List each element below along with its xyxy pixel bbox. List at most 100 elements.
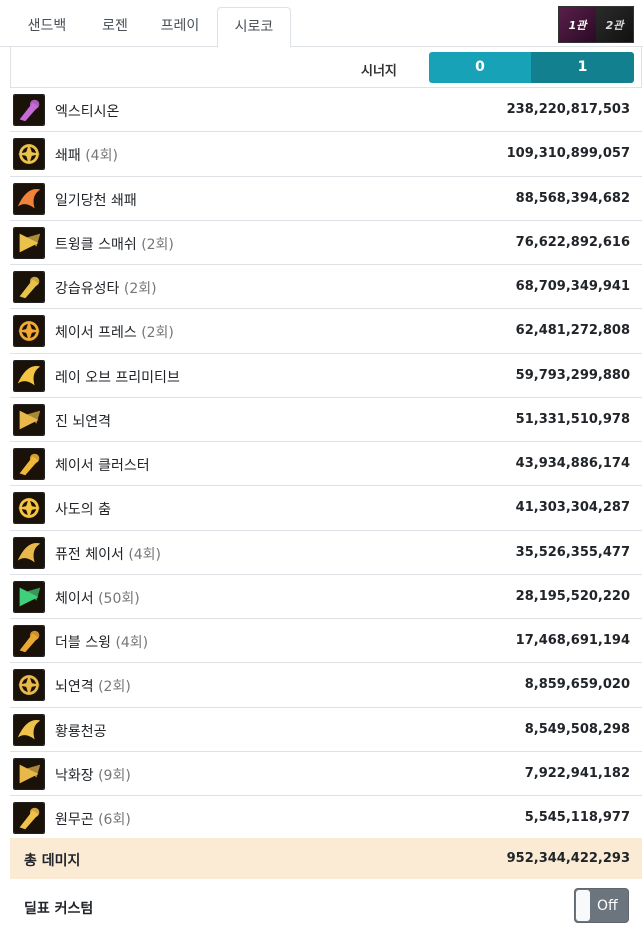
skill-name-text: 사도의 춤 <box>55 502 111 519</box>
total-damage-label: 총 데미지 <box>24 853 81 869</box>
skill-row: 체이서 클러스터 43,934,886,174 <box>10 442 642 487</box>
spin-staff-icon <box>13 802 45 834</box>
skill-row: 진 뇌연격 51,331,510,978 <box>10 398 642 442</box>
skill-row: 사도의 춤 41,303,304,287 <box>10 486 642 531</box>
tab-siroco[interactable]: 시로코 <box>217 7 291 48</box>
phase-toggle: 1관 2관 <box>558 6 634 43</box>
total-damage-value: 952,344,422,293 <box>506 851 630 866</box>
skill-name-text: 쇄패 <box>55 148 81 165</box>
skill-name-text: 체이서 <box>55 590 94 607</box>
skill-row: 트윙클 스매쉬 (2회) 76,622,892,616 <box>10 221 642 265</box>
skill-damage-value: 8,549,508,298 <box>524 721 630 737</box>
slash-dance-icon <box>13 492 45 525</box>
skill-name: 체이서 (50회) <box>55 588 140 608</box>
skill-damage-value: 17,468,691,194 <box>515 633 630 648</box>
skill-name-text: 뇌연격 <box>55 679 94 696</box>
skill-row: 뇌연격 (2회) 8,859,659,020 <box>10 663 642 708</box>
custom-table-switch[interactable]: Off <box>574 888 629 923</box>
skill-damage-value: 59,793,299,880 <box>515 367 630 383</box>
skill-name-text: 트윙클 스매쉬 <box>55 236 137 253</box>
skill-hit-count: (4회) <box>128 546 162 563</box>
synergy-bar: 시너지 0 1 <box>10 47 642 88</box>
skill-name-text: 일기당천 쇄패 <box>55 192 137 209</box>
cluster-icon <box>13 448 45 480</box>
club-icon <box>13 138 45 171</box>
skill-name-text: 퓨전 체이서 <box>55 546 124 563</box>
synergy-option-0[interactable]: 0 <box>429 52 531 83</box>
skill-damage-value: 28,195,520,220 <box>515 588 630 604</box>
switch-state-text: Off <box>597 898 618 914</box>
skill-row: 일기당천 쇄패 88,568,394,682 <box>10 177 642 221</box>
skill-damage-value: 62,481,272,808 <box>515 323 630 339</box>
skill-row: 엑스티시온 238,220,817,503 <box>10 88 642 133</box>
switch-knob[interactable] <box>576 890 590 921</box>
spiral-burst-icon <box>13 94 45 126</box>
skill-name: 일기당천 쇄패 <box>55 190 137 210</box>
skill-name: 진 뇌연격 <box>55 411 111 431</box>
skill-row: 강습유성타 (2회) 68,709,349,941 <box>10 265 642 310</box>
skill-name: 낙화장 (9회) <box>55 765 131 785</box>
skill-damage-value: 5,545,118,977 <box>524 810 630 825</box>
fusion-swirl-icon <box>13 536 45 569</box>
skill-row: 체이서 (50회) 28,195,520,220 <box>10 575 642 619</box>
skill-name-text: 체이서 프레스 <box>55 325 137 342</box>
skill-name-text: 진 뇌연격 <box>55 413 111 430</box>
total-damage-row: 총 데미지 952,344,422,293 <box>10 838 642 879</box>
skill-damage-list: 엑스티시온 238,220,817,503 쇄패 (4회) 109,310,899,0… <box>10 88 642 841</box>
skill-name: 레이 오브 프리미티브 <box>55 367 180 387</box>
flame-press-icon <box>13 315 45 348</box>
phase-1-button[interactable]: 1관 <box>559 7 596 42</box>
fire-swirl-icon <box>13 182 45 215</box>
skill-hit-count: (4회) <box>115 635 149 651</box>
skill-damage-value: 51,331,510,978 <box>515 411 630 427</box>
tab-prey[interactable]: 프레이 <box>148 7 212 47</box>
tab-bar: 샌드백 로젠 프레이 시로코 1관 2관 <box>0 0 643 48</box>
skill-row: 체이서 프레스 (2회) 62,481,272,808 <box>10 309 642 354</box>
skill-hit-count: (2회) <box>141 236 174 253</box>
skill-name: 체이서 프레스 (2회) <box>55 322 174 342</box>
ray-burst-icon <box>13 359 45 392</box>
skill-name: 강습유성타 (2회) <box>55 278 157 298</box>
skill-row: 낙화장 (9회) 7,922,941,182 <box>10 752 642 796</box>
skill-name-text: 체이서 클러스터 <box>55 458 150 474</box>
skill-name-text: 황룡천공 <box>55 723 107 740</box>
twinkle-club-icon <box>13 226 45 259</box>
skill-name: 퓨전 체이서 (4회) <box>55 544 161 564</box>
thunder-strike-icon <box>13 669 45 702</box>
dragon-swirl-icon <box>13 713 45 746</box>
custom-table-row: 딜표 커스텀 Off <box>10 879 642 932</box>
skill-name: 트윙클 스매쉬 (2회) <box>55 234 174 254</box>
skill-hit-count: (2회) <box>98 679 131 696</box>
skill-name: 뇌연격 (2회) <box>55 676 131 696</box>
skill-damage-value: 41,303,304,287 <box>515 500 630 516</box>
skill-row: 원무곤 (6회) 5,545,118,977 <box>10 796 642 841</box>
target-orb-icon <box>13 403 45 436</box>
green-orb-icon <box>13 580 45 613</box>
skill-name-text: 강습유성타 <box>55 281 120 297</box>
skill-name: 사도의 춤 <box>55 499 111 519</box>
phase-2-button[interactable]: 2관 <box>596 7 633 42</box>
skill-hit-count: (9회) <box>98 767 131 784</box>
skill-row: 퓨전 체이서 (4회) 35,526,355,477 <box>10 531 642 575</box>
skill-damage-value: 43,934,886,174 <box>515 456 630 471</box>
synergy-option-1[interactable]: 1 <box>531 52 634 83</box>
skill-hit-count: (2회) <box>123 281 157 297</box>
skill-name-text: 레이 오브 프리미티브 <box>55 369 180 386</box>
tab-sandbag[interactable]: 샌드백 <box>12 7 82 47</box>
skill-name-text: 원무곤 <box>55 812 94 828</box>
skill-damage-value: 88,568,394,682 <box>515 190 630 206</box>
skill-name-text: 더블 스윙 <box>55 635 111 651</box>
skill-damage-value: 109,310,899,057 <box>506 146 630 162</box>
synergy-label: 시너지 <box>361 64 397 79</box>
skill-damage-value: 76,622,892,616 <box>515 234 630 250</box>
skill-name: 황룡천공 <box>55 721 107 741</box>
skill-row: 황룡천공 8,549,508,298 <box>10 708 642 752</box>
tab-rosen[interactable]: 로젠 <box>86 7 144 47</box>
meteor-strike-icon <box>13 271 45 303</box>
skill-name: 더블 스윙 (4회) <box>55 632 148 652</box>
double-swing-icon <box>13 625 45 657</box>
skill-name-text: 엑스티시온 <box>55 104 120 120</box>
skill-row: 더블 스윙 (4회) 17,468,691,194 <box>10 619 642 664</box>
skill-name: 엑스티시온 <box>55 101 119 121</box>
skill-row: 쇄패 (4회) 109,310,899,057 <box>10 132 642 177</box>
